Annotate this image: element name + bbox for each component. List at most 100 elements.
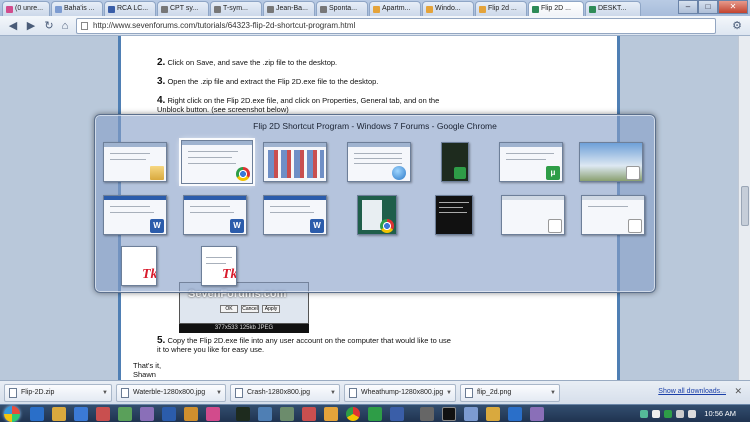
tab-8[interactable]: Windo... xyxy=(422,1,474,16)
app-icon[interactable] xyxy=(390,407,404,421)
chevron-down-icon[interactable]: ▼ xyxy=(216,385,222,401)
download-item[interactable]: Waterble-1280x800.jpg ▼ xyxy=(116,384,226,402)
wrench-menu-icon[interactable]: ⚙ xyxy=(732,19,742,32)
scrollbar-thumb[interactable] xyxy=(741,186,749,226)
tab-11[interactable]: DESKT... xyxy=(585,1,641,16)
tab-strip: (0 unre... Baha'is ... RCA LC... CPT sy.… xyxy=(0,0,750,16)
maximize-button[interactable]: □ xyxy=(698,0,718,14)
vertical-scrollbar[interactable] xyxy=(738,36,750,380)
network-icon[interactable] xyxy=(676,410,684,418)
window-thumbnail-word-3[interactable]: W xyxy=(263,195,327,235)
app-icon[interactable] xyxy=(280,407,294,421)
browser-toolbar: ◀ ▶ ↻ ⌂ http://www.sevenforums.com/tutor… xyxy=(0,16,750,36)
app-icon[interactable] xyxy=(508,407,522,421)
window-thumbnail-gadget[interactable] xyxy=(441,142,469,182)
tray-icon[interactable] xyxy=(664,410,672,418)
tab-label: CPT sy... xyxy=(170,5,199,12)
start-button[interactable] xyxy=(4,406,20,422)
word-icon[interactable] xyxy=(162,407,176,421)
word-icon: W xyxy=(230,219,244,233)
app-icon[interactable] xyxy=(184,407,198,421)
window-thumbnail-explorer[interactable] xyxy=(263,142,327,182)
tray-icon[interactable] xyxy=(640,410,648,418)
window-thumbnail-word-2[interactable]: W xyxy=(183,195,247,235)
forward-icon[interactable]: ▶ xyxy=(24,19,38,33)
download-item[interactable]: Wheathump-1280x800.jpg ▼ xyxy=(344,384,456,402)
dialog-buttons: OK Cancel Apply xyxy=(220,305,280,313)
cmd-icon[interactable] xyxy=(442,407,456,421)
home-icon[interactable]: ⌂ xyxy=(58,19,72,33)
tab-0[interactable]: (0 unre... xyxy=(2,1,50,16)
window-thumbnail-desktop[interactable] xyxy=(103,142,167,182)
app-icon[interactable] xyxy=(324,407,338,421)
app-icon[interactable] xyxy=(368,407,382,421)
address-bar[interactable]: http://www.sevenforums.com/tutorials/643… xyxy=(76,18,716,34)
app-icon[interactable] xyxy=(96,407,110,421)
download-item[interactable]: Crash-1280x800.jpg ▼ xyxy=(230,384,340,402)
ie-icon[interactable] xyxy=(30,407,44,421)
window-thumbnail-notepad-2[interactable] xyxy=(581,195,645,235)
app-icon[interactable] xyxy=(464,407,478,421)
app-icon[interactable] xyxy=(530,407,544,421)
window-thumbnail-tk-2[interactable]: Tk xyxy=(201,246,237,286)
chevron-down-icon[interactable]: ▼ xyxy=(102,385,108,401)
image-caption: 377x533 125kb JPEG xyxy=(179,324,309,333)
app-icon[interactable] xyxy=(486,407,500,421)
window-thumbnail-chrome-selected[interactable] xyxy=(179,138,255,186)
chevron-down-icon[interactable]: ▼ xyxy=(550,385,556,401)
app-icon[interactable] xyxy=(302,407,316,421)
tab-3[interactable]: CPT sy... xyxy=(157,1,209,16)
close-shelf-button[interactable]: ✕ xyxy=(734,386,742,397)
window-thumbnail-utorrent[interactable]: μ xyxy=(499,142,563,182)
tab-4[interactable]: T-sym... xyxy=(210,1,262,16)
tab-5[interactable]: Jean-Ba... xyxy=(263,1,315,16)
tab-6[interactable]: Sponta... xyxy=(316,1,368,16)
favicon-icon xyxy=(161,6,168,13)
taskbar-clock[interactable]: 10:56 AM xyxy=(704,409,736,418)
tab-9[interactable]: Flip 2d ... xyxy=(475,1,527,16)
tk-icon: Tk xyxy=(222,267,237,282)
window-thumbnail-photo[interactable] xyxy=(579,142,643,182)
zip-file-icon xyxy=(9,388,17,398)
download-item[interactable]: Flip-2D.zip ▼ xyxy=(4,384,112,402)
chrome-icon[interactable] xyxy=(346,407,360,421)
window-thumbnail-word-1[interactable]: W xyxy=(103,195,167,235)
favicon-icon xyxy=(214,6,221,13)
window-thumbnail-chrome-2[interactable] xyxy=(357,195,397,235)
ok-button: OK xyxy=(220,305,238,313)
favicon-icon xyxy=(426,6,433,13)
chevron-down-icon[interactable]: ▼ xyxy=(446,385,452,401)
explorer-icon[interactable] xyxy=(52,407,66,421)
window-thumbnail-itunes[interactable] xyxy=(347,142,411,182)
download-item[interactable]: flip_2d.png ▼ xyxy=(460,384,560,402)
gadget-icon xyxy=(454,167,466,179)
favicon-icon xyxy=(267,6,274,13)
url-text: http://www.sevenforums.com/tutorials/643… xyxy=(93,21,356,30)
app-icon[interactable] xyxy=(236,407,250,421)
minimize-button[interactable]: – xyxy=(678,0,698,14)
media-player-icon[interactable] xyxy=(74,407,88,421)
show-all-downloads-link[interactable]: Show all downloads... xyxy=(658,388,726,395)
app-icon[interactable] xyxy=(258,407,272,421)
window-thumbnail-cmd[interactable] xyxy=(435,195,473,235)
app-icon[interactable] xyxy=(118,407,132,421)
tab-7[interactable]: Apartm... xyxy=(369,1,421,16)
window-thumbnail-tk-1[interactable]: Tk xyxy=(121,246,157,286)
tab-1[interactable]: Baha'is ... xyxy=(51,1,103,16)
photo-viewer-icon xyxy=(626,166,640,180)
app-icon[interactable] xyxy=(420,407,434,421)
reload-icon[interactable]: ↻ xyxy=(42,19,56,33)
word-icon: W xyxy=(150,219,164,233)
image-file-icon xyxy=(349,388,357,398)
app-icon[interactable] xyxy=(206,407,220,421)
tab-10-active[interactable]: Flip 2D ... xyxy=(528,1,584,16)
close-button[interactable]: ✕ xyxy=(718,0,748,14)
tab-2[interactable]: RCA LC... xyxy=(104,1,156,16)
back-icon[interactable]: ◀ xyxy=(6,19,20,33)
volume-icon[interactable] xyxy=(688,410,696,418)
tray-icon[interactable] xyxy=(652,410,660,418)
tab-label: Jean-Ba... xyxy=(276,5,308,12)
window-thumbnail-notepad-1[interactable] xyxy=(501,195,565,235)
chevron-down-icon[interactable]: ▼ xyxy=(330,385,336,401)
app-icon[interactable] xyxy=(140,407,154,421)
